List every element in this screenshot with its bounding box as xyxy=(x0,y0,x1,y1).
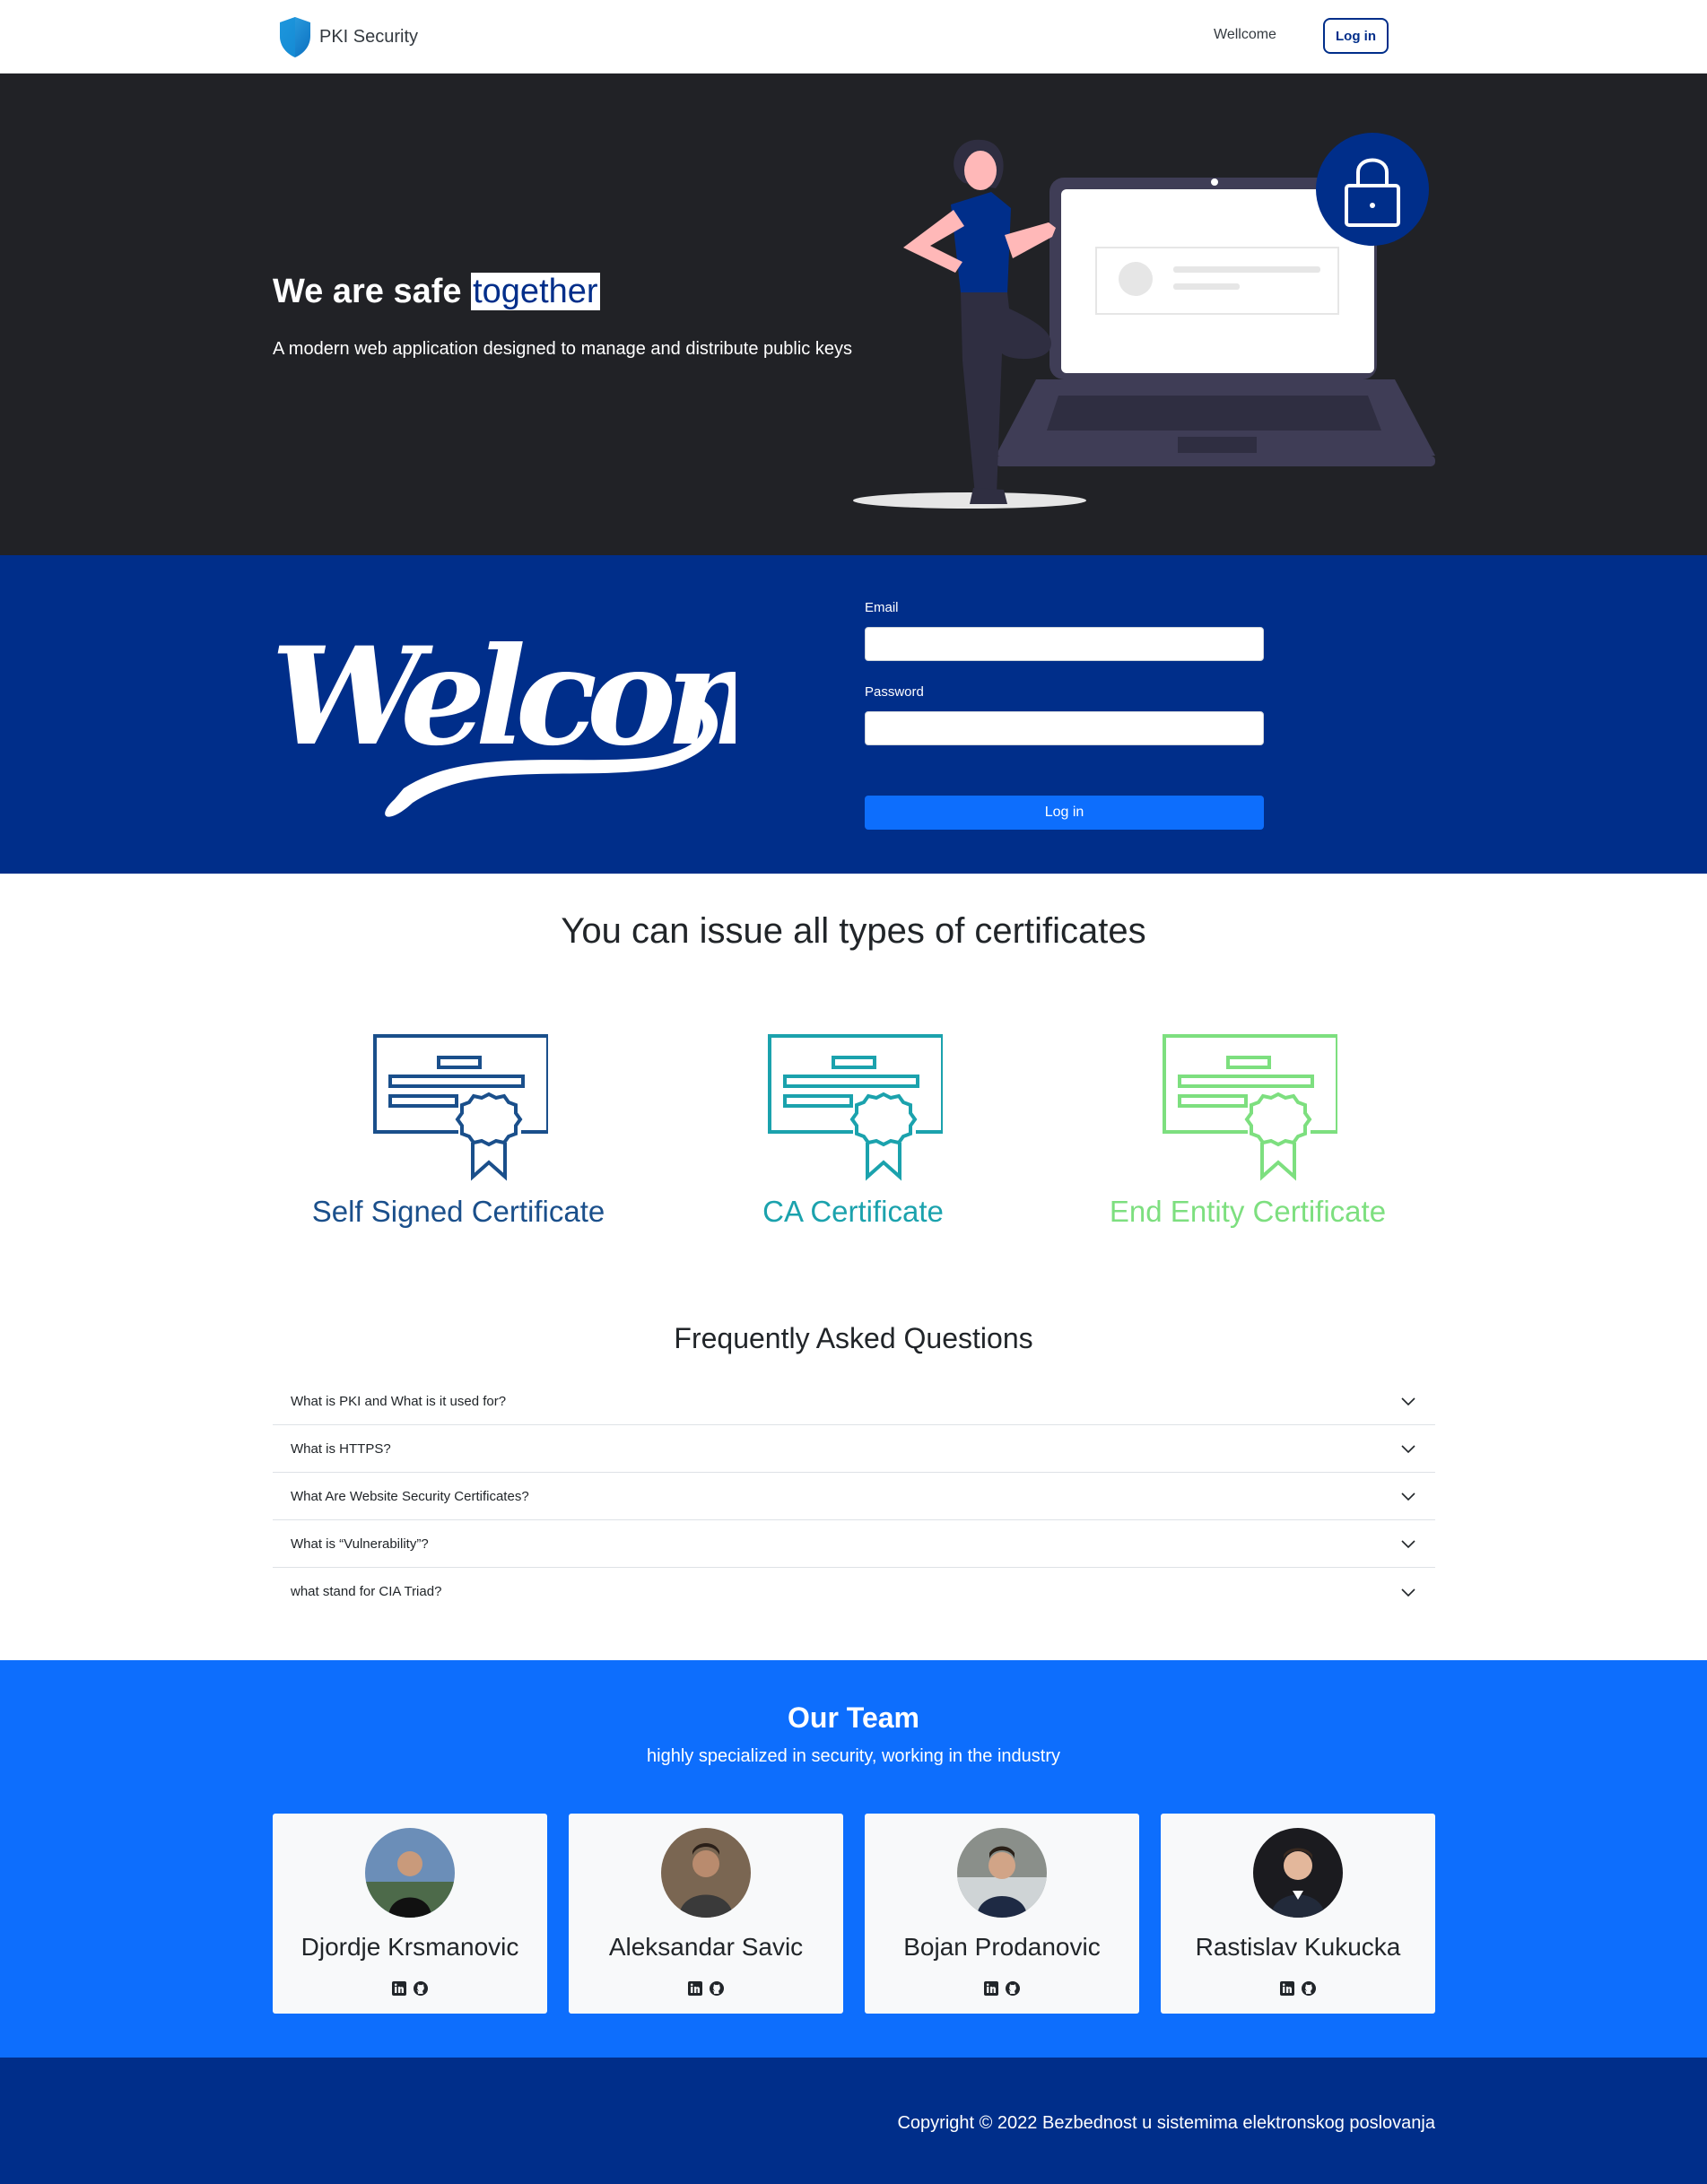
faq-question: What is “Vulnerability”? xyxy=(291,1536,429,1552)
password-input[interactable] xyxy=(865,711,1264,745)
cert-self-signed[interactable]: Self Signed Certificate xyxy=(261,1031,656,1229)
avatar xyxy=(1253,1828,1343,1918)
team-member-card: Bojan Prodanovic xyxy=(865,1814,1139,2014)
member-name: Aleksandar Savic xyxy=(608,1933,804,1961)
email-input[interactable] xyxy=(865,627,1264,661)
faq-question: what stand for CIA Triad? xyxy=(291,1584,442,1599)
github-icon[interactable] xyxy=(413,1980,429,1997)
shield-logo-icon xyxy=(280,17,310,57)
footer: Copyright © 2022 Bezbednost u sistemima … xyxy=(0,2058,1707,2184)
team-section: Our Team highly specialized in security,… xyxy=(0,1660,1707,2058)
member-socials xyxy=(865,1980,1139,1997)
chevron-down-icon xyxy=(1401,1445,1415,1454)
avatar xyxy=(365,1828,455,1918)
member-name: Rastislav Kukucka xyxy=(1195,1933,1401,1961)
team-member-card: Djordje Krsmanovic xyxy=(273,1814,547,2014)
team-member-card: Rastislav Kukucka xyxy=(1161,1814,1435,2014)
login-submit-button[interactable]: Log in xyxy=(865,796,1264,830)
member-name: Bojan Prodanovic xyxy=(903,1933,1101,1961)
team-subtitle: highly specialized in security, working … xyxy=(647,1746,1060,1766)
nav-login-button[interactable]: Log in xyxy=(1323,18,1389,54)
welcome-script-logo: Welcome xyxy=(271,618,736,817)
faq-question: What is HTTPS? xyxy=(291,1440,391,1457)
cert-label: Self Signed Certificate xyxy=(311,1195,605,1228)
member-socials xyxy=(1161,1980,1435,1997)
github-icon[interactable] xyxy=(1005,1980,1021,1997)
faq-item[interactable]: What is “Vulnerability”? xyxy=(273,1520,1435,1568)
chevron-down-icon xyxy=(1401,1540,1415,1549)
navbar: PKI Security Wellcome Log in xyxy=(0,0,1707,74)
certificates-heading: You can issue all types of certificates xyxy=(561,911,1146,951)
avatar xyxy=(661,1828,751,1918)
chevron-down-icon xyxy=(1401,1397,1415,1406)
linkedin-icon[interactable] xyxy=(1279,1980,1295,1997)
linkedin-icon[interactable] xyxy=(391,1980,407,1997)
member-socials xyxy=(569,1980,843,1997)
hero-title: We are safe together xyxy=(273,273,600,311)
hero-title-highlight: together xyxy=(471,273,600,310)
linkedin-icon[interactable] xyxy=(687,1980,703,1997)
chevron-down-icon xyxy=(1401,1588,1415,1597)
faq-item[interactable]: What is PKI and What is it used for? xyxy=(273,1378,1435,1425)
cert-end-entity[interactable]: End Entity Certificate xyxy=(1050,1031,1445,1229)
github-icon[interactable] xyxy=(709,1980,725,1997)
email-label: Email xyxy=(865,600,899,615)
team-member-card: Aleksandar Savic xyxy=(569,1814,843,2014)
github-icon[interactable] xyxy=(1301,1980,1317,1997)
brand-name: PKI Security xyxy=(319,26,419,47)
faq-question: What is PKI and What is it used for? xyxy=(291,1393,507,1409)
certificate-icon xyxy=(1163,1034,1337,1181)
cert-label: CA Certificate xyxy=(762,1195,944,1228)
faq-accordion: What is PKI and What is it used for? Wha… xyxy=(273,1378,1435,1615)
login-section: Welcome Email Password Log in xyxy=(0,555,1707,874)
cert-label: End Entity Certificate xyxy=(1109,1195,1387,1228)
faq-item[interactable]: what stand for CIA Triad? xyxy=(273,1568,1435,1615)
hero-illustration xyxy=(853,133,1435,509)
faq-item[interactable]: What is HTTPS? xyxy=(273,1425,1435,1473)
hero-title-prefix: We are safe xyxy=(273,273,472,310)
password-label: Password xyxy=(865,684,924,700)
welcome-script-text: Welcome xyxy=(271,618,736,776)
certificate-icon xyxy=(373,1034,548,1181)
member-socials xyxy=(273,1980,547,1997)
avatar xyxy=(957,1828,1047,1918)
faq-item[interactable]: What Are Website Security Certificates? xyxy=(273,1473,1435,1520)
team-title: Our Team xyxy=(788,1701,919,1734)
nav-link-wellcome[interactable]: Wellcome xyxy=(1214,27,1276,43)
brand-link[interactable]: PKI Security xyxy=(274,14,418,59)
linkedin-icon[interactable] xyxy=(983,1980,999,1997)
hero-subtitle: A modern web application designed to man… xyxy=(273,339,852,359)
chevron-down-icon xyxy=(1401,1492,1415,1501)
faq-heading: Frequently Asked Questions xyxy=(674,1322,1033,1354)
hero-section: We are safe together A modern web applic… xyxy=(0,74,1707,555)
faq-question: What Are Website Security Certificates? xyxy=(291,1488,529,1504)
member-name: Djordje Krsmanovic xyxy=(300,1933,519,1961)
certificate-icon xyxy=(768,1034,943,1181)
cert-ca[interactable]: CA Certificate xyxy=(656,1031,1050,1229)
copyright-text: Copyright © 2022 Bezbednost u sistemima … xyxy=(897,2113,1435,2133)
